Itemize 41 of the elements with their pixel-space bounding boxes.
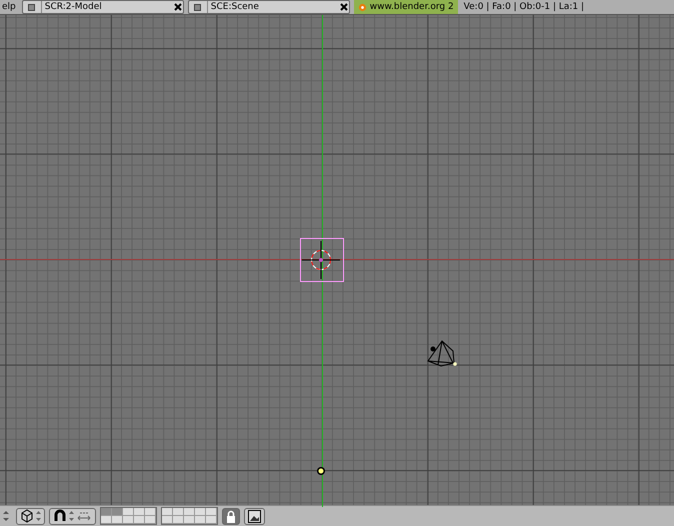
close-icon[interactable] (338, 2, 349, 12)
layer-toggle[interactable] (184, 508, 195, 516)
view-menu-button[interactable] (16, 508, 45, 524)
layer-toggle[interactable] (145, 516, 156, 524)
menu-label[interactable]: elp (0, 1, 18, 13)
logo-icon (358, 2, 367, 12)
lock-toggle[interactable] (222, 508, 240, 524)
layer-toggle[interactable] (162, 508, 173, 516)
layer-toggle[interactable] (173, 516, 184, 524)
layer-toggle[interactable] (134, 516, 145, 524)
layer-toggle[interactable] (145, 508, 156, 516)
layer-toggle[interactable] (206, 516, 217, 524)
up-down-arrows-icon (36, 510, 41, 522)
layer-toggle[interactable] (134, 508, 145, 516)
layer-toggle[interactable] (195, 508, 206, 516)
layer-toggle[interactable] (206, 508, 217, 516)
snap-menu-button[interactable] (49, 508, 96, 524)
layer-toggle[interactable] (112, 516, 123, 524)
layer-toggle[interactable] (123, 508, 134, 516)
up-down-arrows-icon (69, 510, 74, 522)
screen-field[interactable]: SCR:2-Model (22, 0, 184, 14)
spread-arrows-icon (76, 510, 92, 522)
layer-toggle[interactable] (112, 508, 123, 516)
scene-stats: Ve:0 | Fa:0 | Ob:0-1 | La:1 | (462, 1, 586, 13)
camera-wireframe-drawing (426, 339, 460, 369)
close-icon[interactable] (172, 2, 183, 12)
cube-icon (20, 509, 34, 523)
layer-toggle[interactable] (123, 516, 134, 524)
image-icon (248, 510, 261, 522)
render-button[interactable] (244, 508, 265, 524)
layer-toggle[interactable] (101, 516, 112, 524)
lamp-icon (316, 466, 326, 476)
layer-toggle[interactable] (162, 516, 173, 524)
website-link[interactable]: www.blender.org 2 (354, 0, 458, 14)
layer-toggle[interactable] (173, 508, 184, 516)
layer-toggle[interactable] (101, 508, 112, 516)
layer-toggle[interactable] (184, 516, 195, 524)
magnet-icon (53, 509, 67, 523)
layer-toggle[interactable] (195, 516, 206, 524)
scene-field[interactable]: SCE:Scene (188, 0, 350, 14)
padlock-icon (226, 510, 236, 522)
